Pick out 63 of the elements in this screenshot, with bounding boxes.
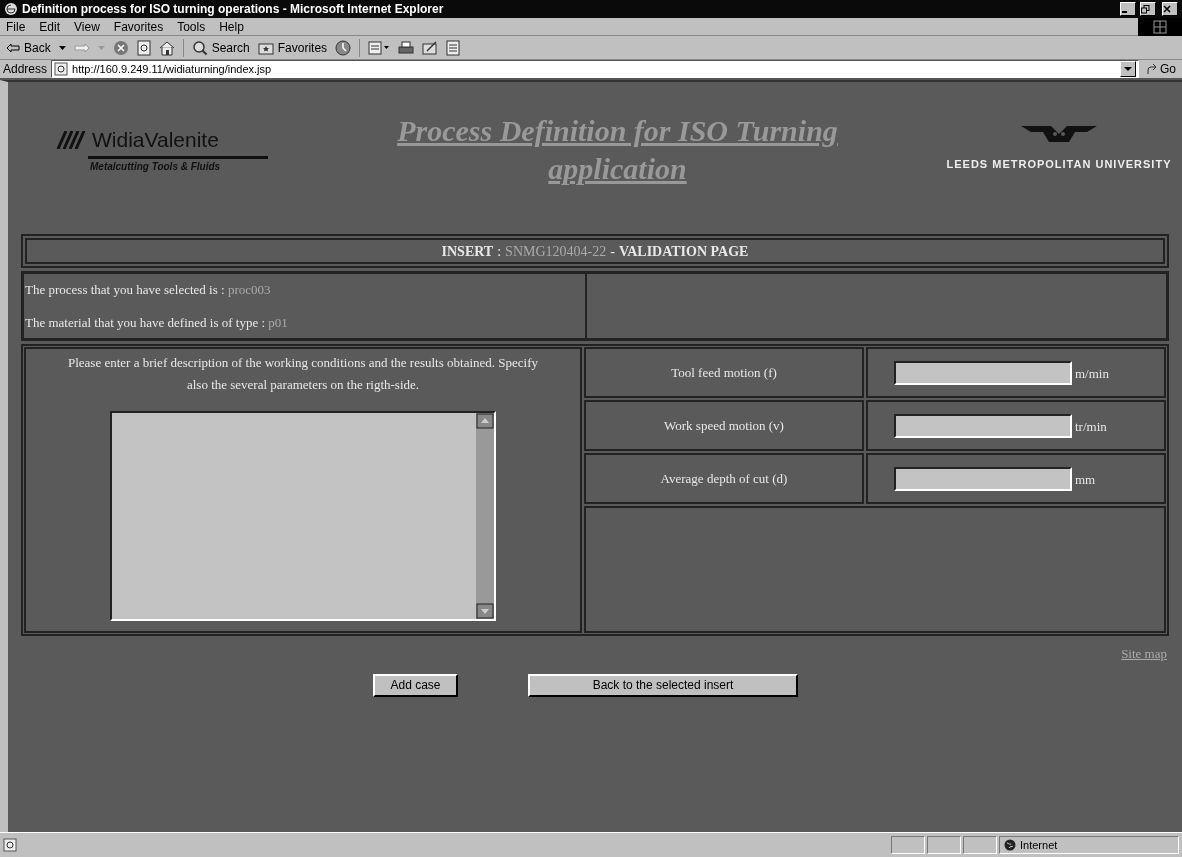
status-panel [963, 836, 997, 854]
dropdown-arrow-icon [1124, 67, 1132, 71]
scroll-up-icon[interactable] [476, 413, 494, 429]
parameter-input[interactable] [894, 466, 1072, 491]
menu-item[interactable]: Tools [177, 17, 206, 36]
search-button[interactable]: Search [191, 38, 250, 57]
striped-logo-icon [56, 130, 88, 149]
status-panel [891, 836, 925, 854]
go-arrow-icon [1146, 63, 1158, 75]
history-icon[interactable] [335, 39, 352, 56]
windows-logo-icon [1153, 19, 1167, 34]
mail-icon[interactable] [368, 39, 391, 56]
info-line: The material that you have defined is of type : p01 [25, 313, 289, 332]
unit-label: m/min [1075, 365, 1109, 384]
status-panel [927, 836, 961, 854]
back-arrow-icon [6, 42, 20, 53]
menu-item[interactable]: Help [219, 17, 244, 36]
unit-label: mm [1075, 471, 1096, 490]
scroll-down-icon[interactable] [476, 603, 494, 619]
parameter-input[interactable] [894, 413, 1072, 438]
instructions-text: Please enter a brief description of the working conditions and the results obtained. Specify also the several parameters on the rigth-side. [66, 354, 539, 394]
menu-item[interactable]: File [6, 17, 26, 36]
form-button[interactable]: Back to the selected insert [528, 673, 798, 697]
refresh-icon[interactable] [136, 39, 151, 56]
unit-label: tr/min [1075, 418, 1107, 437]
restore-button[interactable] [1140, 2, 1156, 16]
stop-icon[interactable] [112, 39, 129, 56]
info-line: The process that you have selected is : proc003 [25, 281, 272, 299]
dropdown-arrow-icon[interactable] [58, 45, 66, 50]
address-field[interactable]: http://160.9.249.11/widiaturning/index.jsp [51, 60, 1139, 78]
go-button[interactable]: Go [1143, 60, 1179, 78]
address-label: Address [3, 61, 48, 78]
minimize-button[interactable] [1120, 2, 1136, 16]
page-icon [3, 838, 17, 852]
browser-icon [4, 2, 18, 16]
zone-label: Internet [1020, 837, 1058, 853]
scrollbar[interactable] [476, 413, 494, 619]
restore-icon [1141, 4, 1150, 14]
globe-icon [1004, 839, 1016, 851]
menu-item[interactable]: Edit [39, 17, 61, 36]
close-icon [1163, 5, 1171, 13]
menu-item[interactable]: View [74, 17, 100, 36]
widia-logo: WidiaValenite Metalcutting Tools & Fluids [56, 124, 296, 174]
parameter-label: Average depth of cut (d) [660, 469, 788, 488]
search-icon [191, 39, 208, 56]
parameter-label: Tool feed motion (f) [671, 363, 777, 382]
parameter-label: Work speed motion (v) [664, 416, 784, 435]
home-icon[interactable] [158, 39, 175, 56]
favorites-button[interactable]: Favorites [257, 38, 328, 57]
page-header: INSERT : SNMG120404-22 - VALIDATION PAGE [25, 238, 1165, 264]
page-icon [54, 62, 69, 76]
document-icon[interactable] [446, 39, 461, 56]
parameter-input[interactable] [894, 360, 1072, 385]
edit-icon[interactable] [422, 39, 439, 56]
dropdown-button[interactable] [1120, 61, 1136, 77]
close-button[interactable] [1162, 2, 1178, 16]
page-title: Process Definition for ISO Turning application [396, 113, 839, 187]
form-button[interactable]: Add case [373, 673, 458, 697]
back-button[interactable]: Back [6, 38, 51, 57]
printer-icon[interactable] [398, 39, 415, 56]
window-title: Definition process for ISO turning operations - Microsoft Internet Explorer [22, 1, 445, 18]
menu-item[interactable]: Favorites [113, 17, 164, 36]
leeds-logo: LEEDS METROPOLITAN UNIVERSITY [939, 122, 1179, 173]
